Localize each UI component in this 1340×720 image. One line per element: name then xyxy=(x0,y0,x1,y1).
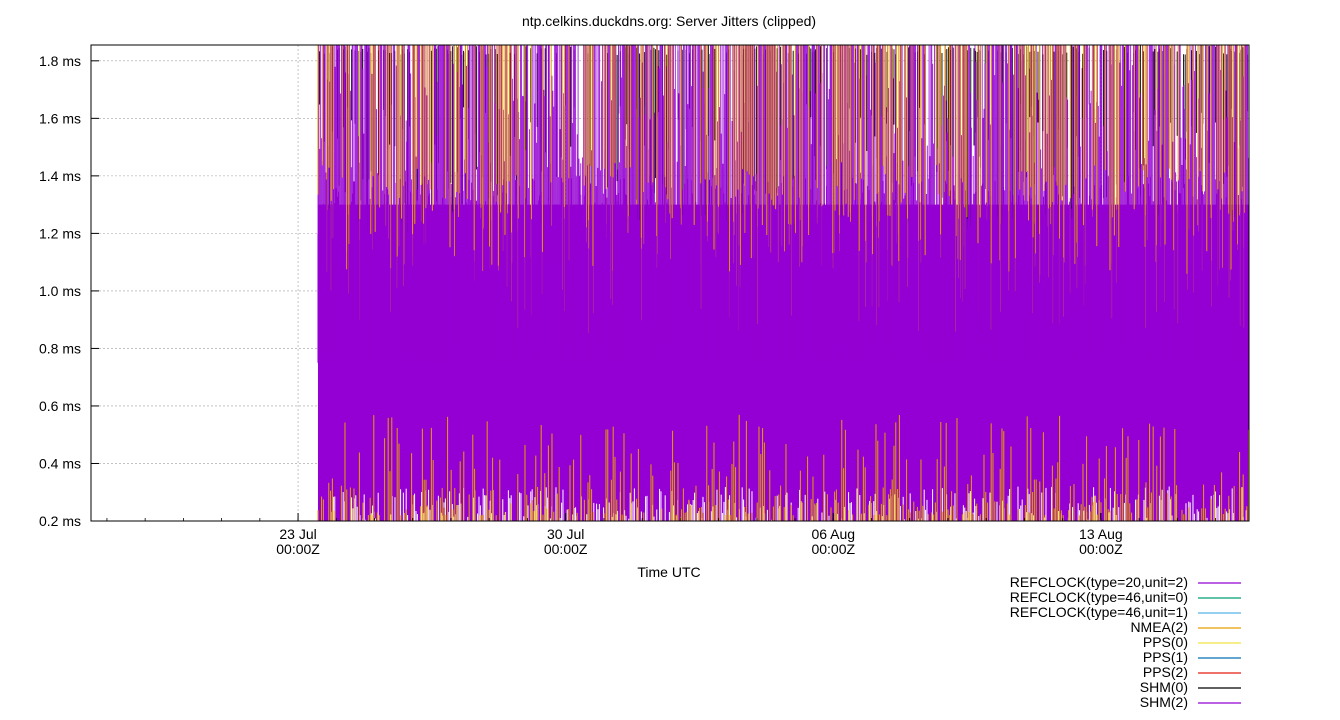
x-tick-label: 13 Aug xyxy=(1079,526,1123,542)
legend-label: REFCLOCK(type=46,unit=0) xyxy=(1010,589,1188,605)
y-tick-label: 0.2 ms xyxy=(39,513,81,529)
x-tick-label-time: 00:00Z xyxy=(811,541,855,557)
x-tick-label-time: 00:00Z xyxy=(544,541,588,557)
chart-title: ntp.celkins.duckdns.org: Server Jitters … xyxy=(522,13,816,29)
legend-label: REFCLOCK(type=20,unit=2) xyxy=(1010,574,1188,590)
y-tick-label: 1.4 ms xyxy=(39,168,81,184)
series-traces xyxy=(317,45,1250,522)
jitter-chart: ntp.celkins.duckdns.org: Server Jitters … xyxy=(39,13,1250,710)
legend-label: PPS(1) xyxy=(1143,649,1188,665)
legend-label: REFCLOCK(type=46,unit=1) xyxy=(1010,604,1188,620)
legend-label: PPS(0) xyxy=(1143,634,1188,650)
legend-label: PPS(2) xyxy=(1143,664,1188,680)
y-tick-label: 1.2 ms xyxy=(39,225,81,241)
y-tick-label: 1.8 ms xyxy=(39,53,81,69)
x-tick-label-time: 00:00Z xyxy=(276,541,320,557)
y-axis: 0.2 ms 0.4 ms 0.6 ms 0.8 ms 1.0 ms 1.2 ms 1.4 … xyxy=(39,53,99,529)
x-tick-label-time: 00:00Z xyxy=(1079,541,1123,557)
legend-label: SHM(2) xyxy=(1140,694,1188,710)
legend-label: NMEA(2) xyxy=(1130,619,1188,635)
x-axis-label: Time UTC xyxy=(637,564,700,580)
legend-label: SHM(0) xyxy=(1140,679,1188,695)
y-tick-label: 0.8 ms xyxy=(39,340,81,356)
y-tick-label: 0.6 ms xyxy=(39,398,81,414)
x-tick-label: 23 Jul xyxy=(279,526,316,542)
x-tick-label: 30 Jul xyxy=(547,526,584,542)
y-tick-label: 0.4 ms xyxy=(39,455,81,471)
y-tick-label: 1.6 ms xyxy=(39,110,81,126)
x-tick-label: 06 Aug xyxy=(811,526,855,542)
y-tick-label: 1.0 ms xyxy=(39,283,81,299)
legend: REFCLOCK(type=20,unit=2)REFCLOCK(type=46… xyxy=(1010,574,1241,710)
